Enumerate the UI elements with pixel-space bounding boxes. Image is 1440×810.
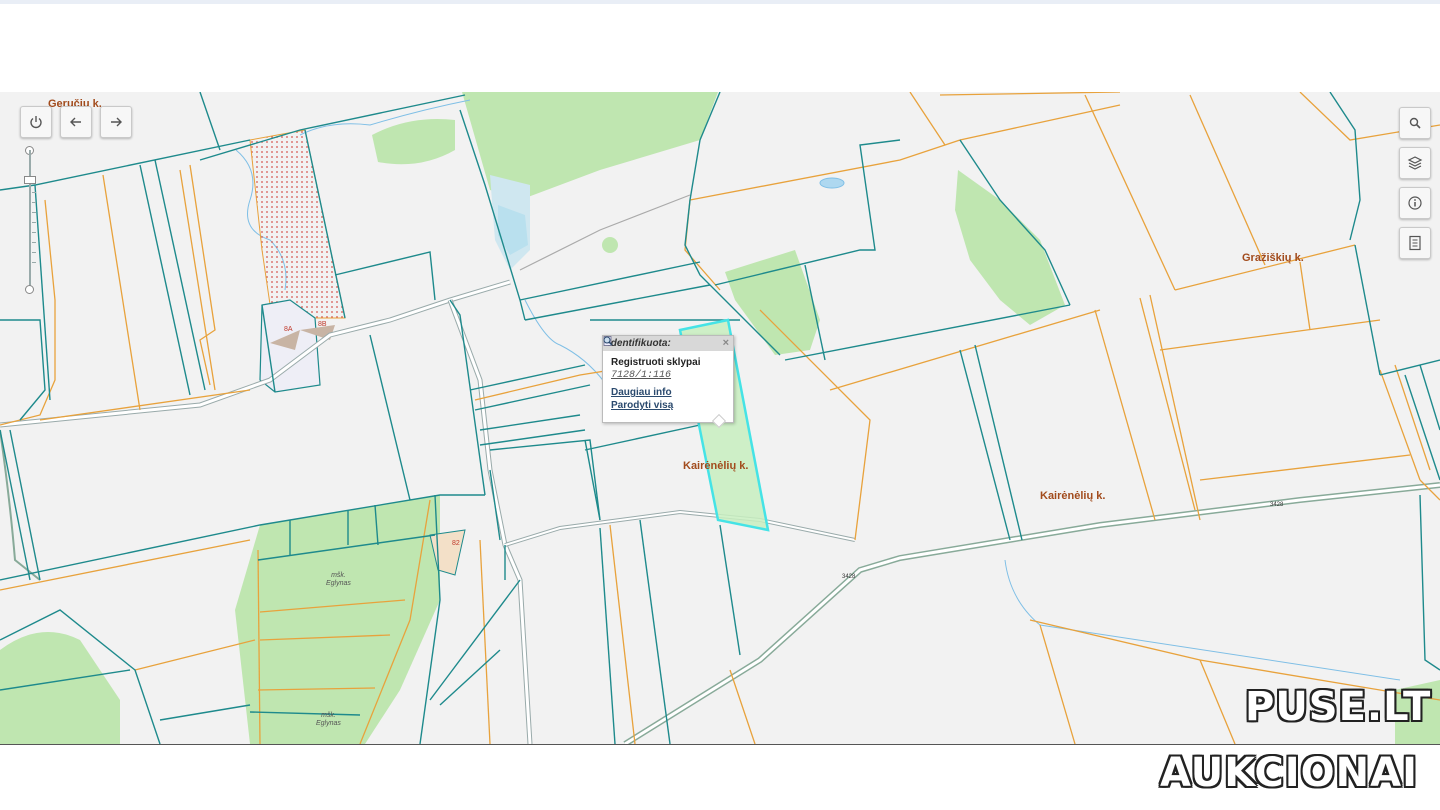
house-number-82: 82 bbox=[452, 540, 460, 547]
popup-close-button[interactable]: × bbox=[723, 336, 729, 351]
power-button[interactable] bbox=[20, 106, 52, 138]
house-number-8a: 8A bbox=[284, 326, 293, 333]
village-label-east: Gražiškių k. bbox=[1242, 252, 1304, 264]
zoom-tick bbox=[32, 192, 36, 193]
watermark-line-2: AUKCIONAI bbox=[1160, 750, 1418, 796]
zoom-tick bbox=[32, 232, 36, 233]
legend-icon bbox=[1409, 235, 1421, 251]
zoom-tick bbox=[32, 222, 36, 223]
back-button[interactable] bbox=[60, 106, 92, 138]
search-icon bbox=[1409, 117, 1421, 129]
power-icon bbox=[30, 116, 42, 129]
map-view[interactable]: Geručių k. Gražiškių k. Kairėnėlių k. Ka… bbox=[0, 92, 1440, 745]
info-button[interactable] bbox=[1399, 187, 1431, 219]
zoom-slider[interactable] bbox=[29, 150, 31, 288]
zoom-tick bbox=[32, 262, 36, 263]
zoom-slider-knob[interactable] bbox=[24, 176, 36, 184]
zoom-out-handle[interactable] bbox=[25, 285, 34, 294]
legend-button[interactable] bbox=[1399, 227, 1431, 259]
arrow-right-icon bbox=[111, 117, 122, 127]
village-label-right: Kairėnėlių k. bbox=[1040, 490, 1106, 502]
zoom-tick bbox=[32, 212, 36, 213]
forest-label-2: mšk. Eglynas bbox=[316, 712, 341, 727]
popup-title: Identifikuota: bbox=[608, 338, 671, 349]
info-icon bbox=[1408, 196, 1422, 210]
watermark-line-1: PUSE.LT bbox=[1245, 684, 1432, 730]
top-strip bbox=[0, 0, 1440, 4]
road-number-label-b: 3428 bbox=[842, 574, 856, 580]
popup-layer-name: Registruoti sklypai bbox=[611, 357, 701, 368]
layers-button[interactable] bbox=[1399, 147, 1431, 179]
show-all-label: Parodyti visą bbox=[611, 400, 674, 411]
identify-popup: Identifikuota: × Registruoti sklypai 712… bbox=[602, 335, 734, 423]
search-button[interactable] bbox=[1399, 107, 1431, 139]
road-number-label-a: 3428 bbox=[1270, 502, 1284, 508]
show-all-link[interactable]: Parodyti visą bbox=[603, 336, 733, 411]
popup-header: Identifikuota: × bbox=[603, 336, 733, 351]
arrow-left-icon bbox=[70, 117, 81, 127]
parcel-id-link[interactable]: 7128/1:116 bbox=[611, 370, 733, 381]
forward-button[interactable] bbox=[100, 106, 132, 138]
house-number-8b: 8B bbox=[318, 321, 327, 328]
layers-icon bbox=[1407, 156, 1423, 170]
village-label-center: Kairėnėlių k. bbox=[683, 460, 749, 472]
magnifier-icon bbox=[603, 336, 613, 346]
zoom-tick bbox=[32, 252, 36, 253]
homestead-area bbox=[249, 129, 346, 319]
zoom-tick bbox=[32, 242, 36, 243]
more-info-label: Daugiau info bbox=[611, 387, 672, 398]
zoom-tick bbox=[32, 202, 36, 203]
more-info-link[interactable]: Daugiau info bbox=[603, 336, 733, 398]
forest-label-1: mšk. Eglynas bbox=[326, 572, 351, 587]
